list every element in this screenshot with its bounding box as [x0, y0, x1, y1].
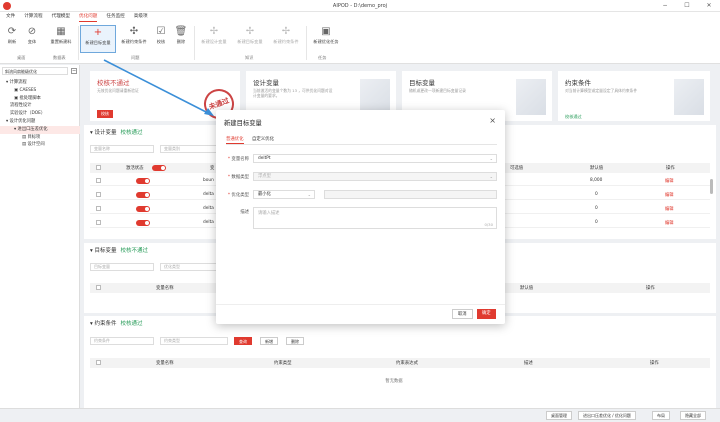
- optimization-value-input[interactable]: [324, 190, 497, 199]
- chevron-down-icon: ⌄: [307, 192, 311, 197]
- dialog-close-icon[interactable]: ×: [489, 116, 496, 125]
- chevron-down-icon: ⌄: [489, 174, 493, 179]
- cancel-button[interactable]: 取消: [452, 309, 473, 319]
- chevron-down-icon: ⌄: [489, 156, 493, 161]
- variable-name-select[interactable]: deltPt ⌄: [253, 154, 497, 163]
- description-counter: 0/30: [484, 222, 493, 227]
- dialog-title: 新建目标变量: [224, 120, 262, 127]
- dialog-tabs: 普通优化 自定义优化: [226, 136, 497, 145]
- description-input[interactable]: 请输入描述 0/30: [253, 207, 497, 229]
- new-target-variable-dialog: 新建目标变量 × 普通优化 自定义优化 * 变量名称 deltPt ⌄ * 数据类…: [216, 110, 505, 324]
- tab-normal-optimization[interactable]: 普通优化: [226, 136, 244, 144]
- optimization-type-select[interactable]: 最小化 ⌄: [253, 190, 315, 199]
- data-type-select: 浮点型 ⌄: [253, 172, 497, 181]
- tab-custom-optimization[interactable]: 自定义优化: [252, 136, 274, 143]
- confirm-button[interactable]: 确定: [477, 309, 496, 319]
